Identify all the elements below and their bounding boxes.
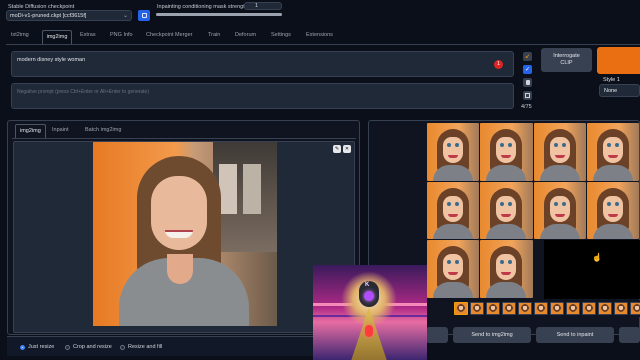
tab-txt2img[interactable]: txt2img	[11, 32, 29, 42]
edit-image-button[interactable]: ✎	[333, 145, 341, 153]
trash-icon	[525, 80, 530, 85]
style-value: None	[604, 88, 618, 94]
paste-button[interactable]: ↙	[523, 52, 532, 61]
slider-fill	[156, 13, 282, 16]
check-icon: ✓	[524, 67, 531, 73]
mask-strength-value[interactable]: 1	[244, 2, 282, 10]
thumbnail[interactable]	[534, 302, 548, 315]
thumbnail-strip	[450, 300, 640, 317]
resize-option-label: Just resize	[28, 344, 55, 350]
tab-extensions[interactable]: Extensions	[306, 32, 333, 42]
radio-dot-icon	[120, 344, 125, 350]
mask-strength-number: 1	[255, 3, 259, 9]
resize-option-resize-and-fill[interactable]: Resize and fill	[120, 341, 162, 353]
chevron-down-icon: ⌄	[122, 13, 128, 19]
generated-image[interactable]	[533, 181, 586, 240]
resize-mode-panel	[7, 336, 360, 356]
tab-img2img[interactable]: img2img	[42, 30, 72, 44]
subtab-img2img[interactable]: img2img	[15, 124, 46, 138]
tab-checkpoint-merger[interactable]: Checkpoint Merger	[146, 32, 192, 42]
arrow-icon: ↙	[524, 54, 531, 60]
prompt-input[interactable]: modern disney style woman 1	[11, 51, 514, 77]
tab-train[interactable]: Train	[208, 32, 220, 42]
source-photo	[93, 142, 277, 326]
left-send-button-edge[interactable]	[426, 327, 448, 343]
prompt-token-badge: 1	[494, 60, 503, 69]
trash-button[interactable]	[523, 78, 532, 87]
close-icon: ✕	[344, 146, 350, 152]
generated-image[interactable]	[586, 181, 639, 240]
thumbnail[interactable]	[630, 302, 640, 315]
overlay-artwork: K	[313, 265, 427, 360]
thumbnail[interactable]	[454, 302, 468, 315]
generate-button[interactable]	[597, 47, 640, 74]
send-to-inpaint-button[interactable]: Send to inpaint	[536, 327, 614, 343]
prompt-text: modern disney style woman	[17, 57, 86, 63]
thumbnail[interactable]	[502, 302, 516, 315]
interrogate-clip-button[interactable]: Interrogate CLIP	[541, 48, 592, 72]
save-icon	[525, 93, 530, 98]
send-to-img2img-button[interactable]: Send to img2img	[453, 327, 531, 343]
pencil-icon: ✎	[334, 146, 340, 152]
send-to-img2img-label: Send to img2img	[471, 332, 513, 338]
clear-image-button[interactable]: ✕	[343, 145, 351, 153]
mask-strength-label: Inpainting conditioning mask strength	[157, 4, 248, 10]
token-counter: 4/75	[521, 104, 532, 110]
radio-dot-icon	[20, 344, 25, 350]
style-label: Style 1	[603, 77, 620, 83]
generated-image[interactable]	[427, 181, 480, 240]
negative-prompt-input[interactable]: Negative prompt (press Ctrl+Enter or Alt…	[11, 83, 514, 109]
thumbnail[interactable]	[598, 302, 612, 315]
generated-image[interactable]	[480, 240, 533, 298]
mask-strength-slider[interactable]	[156, 13, 282, 16]
interrogate-clip-label: Interrogate CLIP	[553, 53, 580, 66]
refresh-icon	[141, 13, 147, 18]
tab-extras[interactable]: Extras	[80, 32, 96, 42]
subtab-batch-img2img[interactable]: Batch img2img	[85, 127, 121, 133]
tab-png-info[interactable]: PNG Info	[110, 32, 133, 42]
generated-image[interactable]	[586, 123, 639, 181]
subtab-inpaint[interactable]: Inpaint	[52, 127, 69, 133]
radio-dot-icon	[65, 344, 70, 350]
checkpoint-dropdown[interactable]: moDi-v1-pruned.ckpt [ccf3615f] ⌄	[6, 10, 132, 21]
subtabs-divider	[12, 138, 356, 139]
style-dropdown[interactable]: None	[599, 84, 640, 97]
send-to-inpaint-label: Send to inpaint	[556, 332, 594, 338]
output-grid-empty-cell	[544, 240, 640, 299]
thumbnail[interactable]	[470, 302, 484, 315]
style-apply-button[interactable]: ✓	[523, 65, 532, 74]
checkpoint-value: moDi-v1-pruned.ckpt [ccf3615f]	[10, 13, 87, 19]
generated-image[interactable]	[427, 240, 480, 298]
refresh-checkpoint-button[interactable]	[138, 10, 150, 21]
resize-option-just-resize[interactable]: Just resize	[20, 341, 54, 353]
generated-image[interactable]	[480, 181, 533, 240]
send-to-extras-button[interactable]	[619, 327, 640, 343]
tab-settings[interactable]: Settings	[271, 32, 291, 42]
thumbnail[interactable]	[582, 302, 596, 315]
generated-image[interactable]	[533, 123, 586, 181]
tab-deforum[interactable]: Deforum	[235, 32, 256, 42]
thumbnail[interactable]	[566, 302, 580, 315]
resize-option-label: Resize and fill	[128, 344, 163, 350]
resize-option-label: Crop and resize	[73, 344, 112, 350]
resize-option-crop-and-resize[interactable]: Crop and resize	[65, 341, 112, 353]
thumbnail[interactable]	[518, 302, 532, 315]
thumbnail[interactable]	[486, 302, 500, 315]
save-style-button[interactable]	[523, 91, 532, 100]
generated-image[interactable]	[480, 123, 533, 181]
negative-prompt-placeholder: Negative prompt (press Ctrl+Enter or Alt…	[17, 89, 150, 95]
thumbnail[interactable]	[550, 302, 564, 315]
thumbnail[interactable]	[614, 302, 628, 315]
tabs-divider	[6, 44, 640, 45]
robot-emblem: K	[365, 282, 370, 288]
mouse-cursor-icon: ☝	[592, 253, 602, 262]
generated-image[interactable]	[427, 123, 480, 181]
